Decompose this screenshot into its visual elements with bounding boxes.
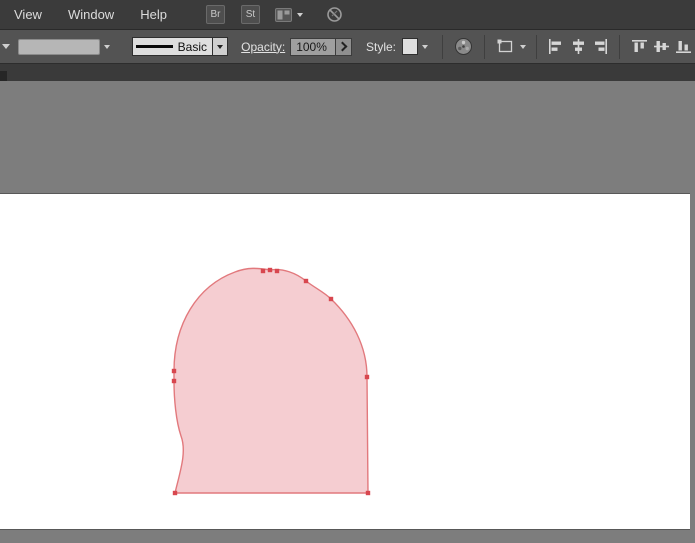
fill-swatch[interactable] — [18, 38, 100, 55]
align-top-icon[interactable] — [628, 36, 650, 58]
illustrator-window: View Window Help Br St Basic Opacity: 10… — [0, 0, 695, 543]
opacity-label[interactable]: Opacity: — [241, 40, 285, 54]
separator — [441, 34, 443, 59]
chevron-down-icon — [217, 44, 224, 49]
stock-button[interactable]: St — [240, 5, 260, 24]
stroke-style-dropdown[interactable]: Basic — [131, 37, 214, 56]
menu-help[interactable]: Help — [127, 7, 180, 22]
stock-label: St — [245, 9, 256, 20]
align-bottom-icon[interactable] — [673, 36, 695, 58]
separator — [619, 34, 621, 59]
recolor-artwork-icon[interactable] — [451, 35, 476, 59]
menu-window[interactable]: Window — [55, 7, 127, 22]
transform-icon[interactable] — [493, 35, 518, 59]
transform-chevron-down-icon[interactable] — [519, 44, 526, 49]
opacity-input[interactable] — [290, 37, 337, 56]
stroke-style-name: Basic — [177, 39, 207, 54]
align-left-icon[interactable] — [545, 36, 567, 58]
pasteboard[interactable] — [0, 81, 695, 543]
fill-chevron-down-icon[interactable] — [103, 44, 110, 49]
align-center-horizontal-icon[interactable] — [567, 36, 589, 58]
separator — [535, 34, 537, 59]
bridge-label: Br — [210, 9, 221, 20]
style-swatch[interactable] — [402, 38, 418, 55]
style-chevron-down-icon[interactable] — [421, 44, 428, 49]
artboard[interactable] — [0, 193, 690, 530]
workspace-chevron-down-icon[interactable] — [296, 12, 303, 17]
control-bar: Basic Opacity: Style: — [0, 30, 695, 64]
style-label: Style: — [366, 39, 397, 54]
stroke-preview-line — [135, 45, 173, 48]
workspace-switcher-icon[interactable] — [274, 7, 292, 22]
document-tab-bar — [0, 64, 695, 82]
stroke-style-chevron-button[interactable] — [213, 37, 229, 56]
separator — [483, 34, 485, 59]
menu-view[interactable]: View — [0, 7, 55, 22]
bridge-button[interactable]: Br — [205, 5, 225, 24]
panel-chevron-down-icon[interactable] — [2, 44, 10, 49]
align-center-vertical-icon[interactable] — [651, 36, 673, 58]
align-right-icon[interactable] — [589, 36, 611, 58]
menubar: View Window Help Br St — [0, 0, 695, 30]
opacity-expand-button[interactable] — [336, 37, 352, 56]
gpu-disabled-icon[interactable] — [325, 5, 344, 24]
chevron-right-icon — [337, 41, 348, 52]
